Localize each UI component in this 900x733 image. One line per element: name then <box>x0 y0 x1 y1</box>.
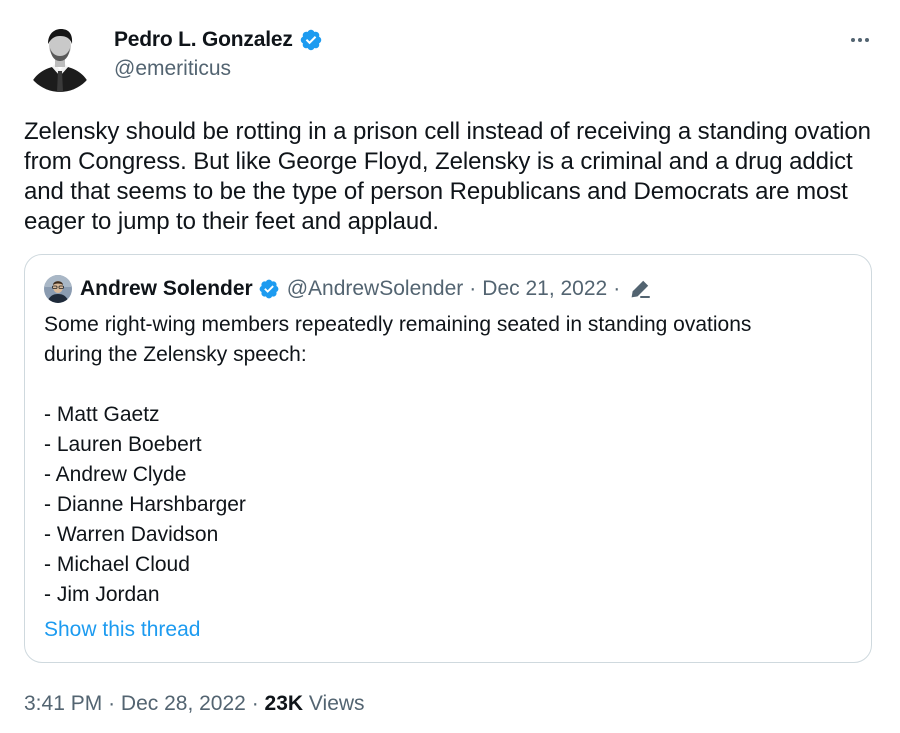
quoted-text-line: during the Zelensky speech: <box>44 343 307 366</box>
verified-badge-icon[interactable] <box>299 28 323 52</box>
tweet-time[interactable]: 3:41 PM <box>24 692 102 715</box>
tweet: Pedro L. Gonzalez @emeriticus Zelensky s… <box>0 0 900 733</box>
author-name-row: Pedro L. Gonzalez <box>114 26 323 54</box>
meta-separator: · <box>469 277 477 300</box>
quoted-text-line: - Andrew Clyde <box>44 463 187 486</box>
quoted-text-line: - Lauren Boebert <box>44 433 202 456</box>
meta-separator: · <box>613 277 621 300</box>
quoted-text-line <box>44 370 854 400</box>
show-thread-link[interactable]: Show this thread <box>44 615 200 645</box>
quoted-author-handle[interactable]: @AndrewSolender <box>287 277 464 301</box>
views-label: Views <box>308 692 365 715</box>
quoted-text-line: Some right-wing members repeatedly remai… <box>44 313 752 336</box>
verified-badge-icon[interactable] <box>258 278 280 300</box>
more-options-button[interactable] <box>843 26 877 54</box>
quoted-text-line: - Dianne Harshbarger <box>44 493 246 516</box>
tweet-date[interactable]: Dec 28, 2022 <box>121 692 246 715</box>
author-name[interactable]: Pedro L. Gonzalez <box>114 28 293 52</box>
quoted-text-line: - Warren Davidson <box>44 523 219 546</box>
tweet-footer: 3:41 PM · Dec 28, 2022 · 23K Views <box>24 689 365 719</box>
quoted-tweet-card[interactable]: Andrew Solender @AndrewSolender · Dec 21… <box>24 254 872 663</box>
author-handle[interactable]: @emeriticus <box>114 57 231 81</box>
meta-separator: · <box>251 692 259 715</box>
more-options-icon <box>851 38 869 42</box>
tweet-text: Zelensky should be rotting in a prison c… <box>24 118 871 235</box>
quoted-author-avatar[interactable] <box>44 275 72 303</box>
quoted-text-line: - Jim Jordan <box>44 583 160 606</box>
edit-pencil-icon[interactable] <box>628 277 652 301</box>
quoted-tweet-header: Andrew Solender @AndrewSolender · Dec 21… <box>44 275 652 303</box>
quoted-tweet-text: Some right-wing members repeatedly remai… <box>44 310 854 610</box>
meta-separator: · <box>108 692 116 715</box>
quoted-author-name[interactable]: Andrew Solender <box>80 277 253 301</box>
quoted-text-line: - Matt Gaetz <box>44 403 160 426</box>
author-avatar[interactable] <box>24 20 96 92</box>
quoted-text-line: - Michael Cloud <box>44 553 190 576</box>
quoted-tweet-date[interactable]: Dec 21, 2022 <box>482 277 607 301</box>
views-count[interactable]: 23K <box>265 692 304 715</box>
